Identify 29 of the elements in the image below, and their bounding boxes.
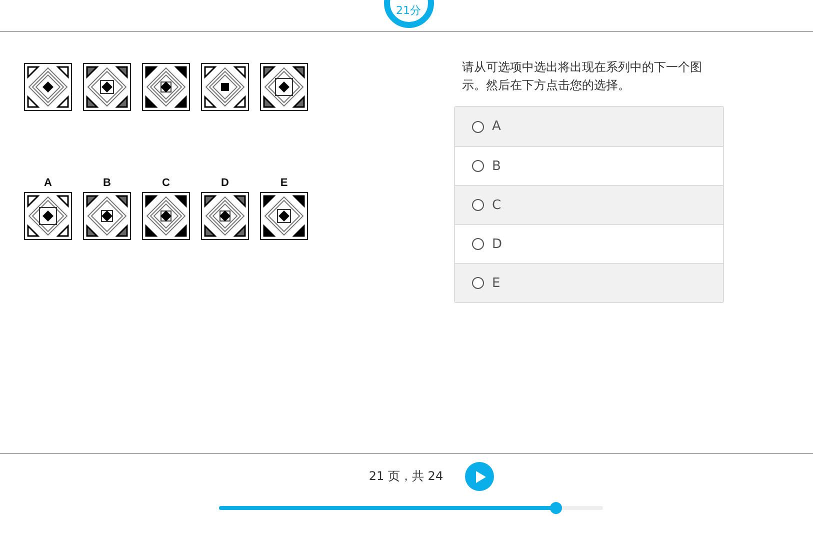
- timer-label: 21分: [396, 5, 421, 16]
- radio-button[interactable]: [472, 238, 484, 250]
- answer-letter: E: [280, 177, 288, 189]
- page-counter: 21 页，共 24: [368, 468, 444, 485]
- next-button[interactable]: [465, 462, 494, 491]
- answer-figure-drawing: [83, 192, 131, 240]
- answer-figure-drawing: [201, 192, 249, 240]
- answer-letter: A: [44, 177, 52, 189]
- answer-letter: B: [103, 177, 111, 189]
- radio-button[interactable]: [472, 120, 484, 132]
- answer-letter: C: [162, 177, 170, 189]
- answer-figure-drawing: [24, 192, 72, 240]
- radio-button[interactable]: [472, 277, 484, 289]
- sequence-figure-drawing: [24, 63, 72, 111]
- answer-option[interactable]: C: [455, 185, 723, 224]
- sequence-figure-drawing: [260, 63, 308, 111]
- radio-button[interactable]: [472, 199, 484, 211]
- slider-thumb[interactable]: [550, 502, 562, 514]
- answer-figure-drawing: [142, 192, 190, 240]
- sequence-figure-drawing: [83, 63, 131, 111]
- answer-letter: D: [221, 177, 229, 189]
- question-text: 请从可选项中选出将出现在系列中的下一个图示。然后在下方点击您的选择。: [462, 59, 703, 94]
- sequence-figure-drawing: [201, 63, 249, 111]
- answer-figure-drawing: [260, 192, 308, 240]
- answer-option[interactable]: E: [455, 263, 723, 302]
- answer-option[interactable]: A: [455, 107, 723, 146]
- sequence-figure-drawing: [142, 63, 190, 111]
- radio-button[interactable]: [472, 160, 484, 172]
- play-icon: [476, 470, 486, 482]
